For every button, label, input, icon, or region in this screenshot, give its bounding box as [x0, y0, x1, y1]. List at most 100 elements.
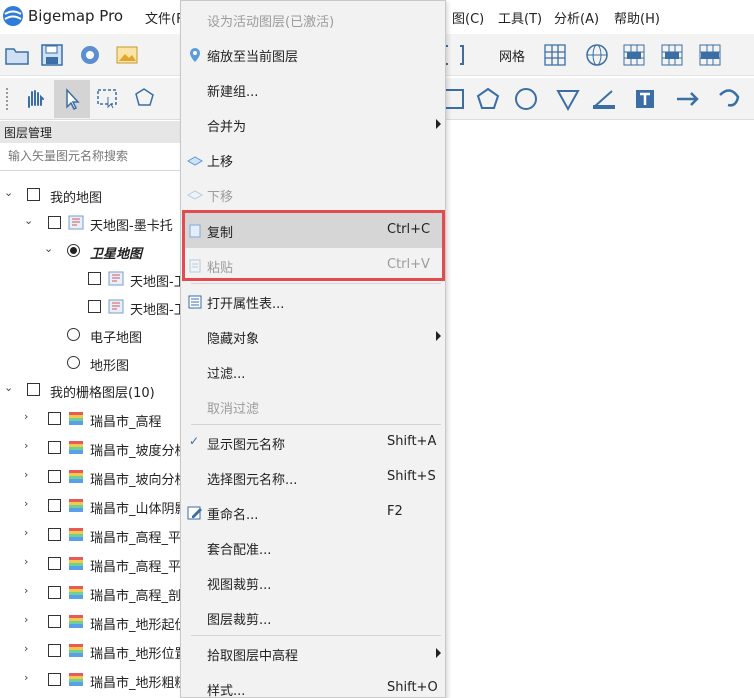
toolbar-grip[interactable]	[6, 88, 10, 110]
box-select-icon[interactable]	[94, 85, 122, 113]
menu-tools[interactable]: 工具(T)	[498, 8, 542, 27]
chevron-right-icon[interactable]: ›	[24, 469, 34, 480]
app-title: Bigemap Pro	[28, 7, 124, 25]
layer-checkbox[interactable]	[27, 188, 40, 201]
menu-file[interactable]: 文件(F	[145, 8, 184, 27]
text-tool-icon[interactable]	[631, 85, 659, 113]
chevron-right-icon[interactable]: ›	[24, 411, 34, 422]
menu-item-move-down[interactable]: 下移	[182, 177, 445, 212]
menu-item-pick-elevation[interactable]: 拾取图层中高程	[182, 636, 445, 671]
tree-node-raster[interactable]: › 瑞昌市_地形粗糙	[0, 666, 182, 694]
chevron-right-icon[interactable]: ›	[24, 614, 34, 625]
menu-item-show-feature-names[interactable]: ✓ 显示图元名称 Shift+A	[182, 425, 445, 460]
tree-node-raster[interactable]: › 瑞昌市_高程_剖	[0, 579, 182, 607]
tree-node-raster-layers[interactable]: ⌄ 我的栅格图层(10)	[0, 376, 182, 404]
menu-item-filter[interactable]: 过滤...	[182, 354, 445, 389]
tree-node-raster[interactable]: › 瑞昌市_坡度分析	[0, 434, 182, 462]
layer-checkbox[interactable]	[88, 300, 101, 313]
polygon-select-icon[interactable]	[131, 85, 159, 113]
menu-item-open-attribute-table[interactable]: 打开属性表...	[182, 284, 445, 319]
menu-help[interactable]: 帮助(H)	[614, 8, 660, 27]
tree-node-electronic-map[interactable]: 电子地图	[0, 321, 182, 349]
layer-search-input[interactable]	[0, 143, 176, 169]
chevron-down-icon[interactable]: ⌄	[44, 243, 54, 254]
layer-panel-header: 图层管理	[0, 121, 182, 143]
km-grid-icon[interactable]	[658, 41, 686, 69]
measure-icon[interactable]	[590, 85, 618, 113]
menu-item-overlay-register[interactable]: 套合配准...	[182, 530, 445, 565]
curve-tool-icon[interactable]	[716, 85, 744, 113]
menu-item-style[interactable]: 样式... Shift+O	[182, 671, 445, 698]
image-icon[interactable]	[113, 41, 141, 69]
tree-node-tianditu-sat-1[interactable]: 天地图-卫	[0, 265, 182, 293]
layer-radio[interactable]	[67, 356, 80, 369]
grid-icon[interactable]	[541, 41, 569, 69]
settings-gear-icon[interactable]	[76, 41, 104, 69]
arrow-tool-icon[interactable]	[674, 85, 702, 113]
layer-checkbox[interactable]	[48, 673, 61, 686]
tree-node-raster[interactable]: › 瑞昌市_坡向分析	[0, 463, 182, 491]
menu-item-merge-as[interactable]: 合并为	[182, 107, 445, 142]
tree-node-my-map[interactable]: ⌄ 我的地图	[0, 181, 182, 209]
layer-checkbox[interactable]	[88, 272, 101, 285]
layer-checkbox[interactable]	[48, 412, 61, 425]
chevron-down-icon[interactable]: ⌄	[24, 215, 34, 226]
menu-item-view-clip[interactable]: 视图裁剪...	[182, 565, 445, 600]
layer-checkbox[interactable]	[48, 586, 61, 599]
menu-item-rename[interactable]: 重命名... F2	[182, 495, 445, 530]
grid-label: 网格	[499, 50, 526, 65]
chevron-right-icon[interactable]: ›	[24, 498, 34, 509]
globe-grid-icon[interactable]	[583, 41, 611, 69]
tree-node-raster[interactable]: › 瑞昌市_地形位置	[0, 637, 182, 665]
layer-radio-selected[interactable]	[67, 244, 80, 257]
tree-node-raster[interactable]: › 瑞昌市_山体阴影	[0, 492, 182, 520]
chevron-down-icon[interactable]: ⌄	[4, 382, 14, 393]
tree-node-raster[interactable]: › 瑞昌市_高程	[0, 405, 182, 433]
layer-checkbox[interactable]	[48, 528, 61, 541]
tree-node-raster[interactable]: › 瑞昌市_地形起伏	[0, 608, 182, 636]
layer-checkbox[interactable]	[48, 615, 61, 628]
tree-node-label: 天地图-卫	[130, 303, 182, 318]
menu-analysis[interactable]: 分析(A)	[554, 8, 599, 27]
tree-node-satellite-map[interactable]: ⌄ 卫星地图	[0, 237, 182, 265]
lng-lat-grid-icon[interactable]	[620, 41, 648, 69]
chevron-down-icon[interactable]: ⌄	[4, 187, 14, 198]
layer-checkbox[interactable]	[48, 499, 61, 512]
layer-checkbox[interactable]	[48, 470, 61, 483]
circle-icon[interactable]	[512, 85, 540, 113]
chevron-right-icon[interactable]: ›	[24, 440, 34, 451]
triangle-icon[interactable]	[554, 85, 582, 113]
chevron-right-icon[interactable]: ›	[24, 585, 34, 596]
layer-radio[interactable]	[67, 328, 80, 341]
layer-checkbox[interactable]	[27, 383, 40, 396]
tree-node-tianditu-sat-2[interactable]: 天地图-卫	[0, 293, 182, 321]
menu-item-cancel-filter[interactable]: 取消过滤	[182, 389, 445, 424]
layer-checkbox[interactable]	[48, 557, 61, 570]
tree-node-tianditu-mercator[interactable]: ⌄ 天地图-墨卡托	[0, 209, 182, 237]
menu-item-hide-objects[interactable]: 隐藏对象	[182, 319, 445, 354]
layer-checkbox[interactable]	[48, 644, 61, 657]
mgrs-grid-icon[interactable]	[696, 41, 724, 69]
save-icon[interactable]	[38, 41, 66, 69]
chevron-right-icon[interactable]: ›	[24, 672, 34, 683]
tree-node-raster[interactable]: › 瑞昌市_高程_平	[0, 550, 182, 578]
pan-hand-icon[interactable]	[20, 85, 48, 113]
chevron-right-icon[interactable]: ›	[24, 556, 34, 567]
tree-node-terrain-map[interactable]: 地形图	[0, 349, 182, 377]
chevron-right-icon[interactable]: ›	[24, 527, 34, 538]
menu-item-new-group[interactable]: 新建组...	[182, 72, 445, 107]
pentagon-icon[interactable]	[474, 85, 502, 113]
menu-map[interactable]: 图(C)	[452, 8, 484, 27]
menu-item-move-up[interactable]: 上移	[182, 142, 445, 177]
tree-node-raster[interactable]: › 瑞昌市_高程_平	[0, 521, 182, 549]
select-arrow-icon[interactable]	[58, 85, 86, 113]
chevron-right-icon[interactable]: ›	[24, 643, 34, 654]
menu-item-select-feature-names[interactable]: 选择图元名称... Shift+S	[182, 460, 445, 495]
menu-item-set-active-layer[interactable]: 设为活动图层(已激活)	[182, 2, 445, 37]
open-folder-icon[interactable]	[3, 41, 31, 69]
layer-checkbox[interactable]	[48, 441, 61, 454]
menu-item-zoom-to-layer[interactable]: 缩放至当前图层	[182, 37, 445, 72]
menu-item-layer-clip[interactable]: 图层裁剪...	[182, 600, 445, 635]
layer-search-box[interactable]	[0, 143, 182, 171]
layer-checkbox[interactable]	[48, 216, 61, 229]
